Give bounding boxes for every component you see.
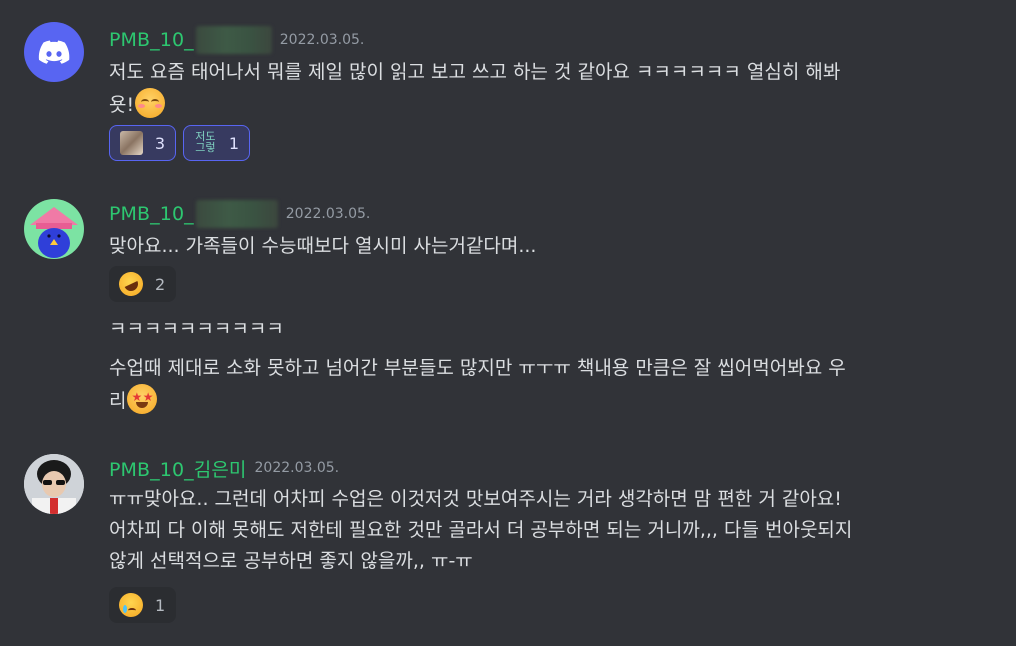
reaction-count: 1 (155, 595, 166, 615)
chat-message-list: PMB_10_ 2022.03.05. 저도 요즘 태어나서 뭐를 제일 많이 … (0, 0, 1016, 646)
avatar-discord-default[interactable] (24, 22, 84, 82)
redacted-name (195, 26, 272, 54)
reaction-count: 3 (154, 133, 165, 153)
rolling-on-floor-laughing-icon (115, 268, 147, 300)
message-line: 리 (109, 390, 127, 412)
author-name[interactable]: PMB_10_ (109, 203, 194, 225)
author-name[interactable]: PMB_10_ (109, 29, 194, 51)
smiling-face-with-blush-icon (135, 88, 166, 118)
redacted-name (195, 200, 278, 228)
message-line-wrap: 욧! (109, 88, 996, 121)
reaction-text-sticker[interactable]: 저도 그렇 1 (183, 125, 250, 161)
avatar-user-photo[interactable] (24, 454, 84, 514)
cat-photo-emoji-icon (120, 131, 143, 155)
discord-logo-icon (38, 40, 70, 64)
message-line: 어차피 다 이해 못해도 저한테 필요한 것만 골라서 더 공부하면 되는 거니… (109, 519, 853, 541)
message-text: ㅠㅠ맞아요.. 그런데 어차피 수업은 이것저것 맛보여주시는 거라 생각하면 … (109, 484, 996, 577)
smiling-face-with-tear-icon (119, 593, 143, 617)
avatar-bird[interactable] (24, 199, 84, 259)
message-line: ㅠㅠ맞아요.. 그런데 어차피 수업은 이것저것 맛보여주시는 거라 생각하면 … (109, 488, 842, 510)
message-header: PMB_10_ 2022.03.05. (109, 200, 370, 228)
reaction-count: 1 (228, 133, 239, 153)
message-line: 수업때 제대로 소화 못하고 넘어간 부분들도 많지만 ㅠㅜㅠ 책내용 만큼은 … (109, 357, 846, 379)
message-text: 저도 요즘 태어나서 뭐를 제일 많이 읽고 보고 쓰고 하는 것 같아요 ㅋㅋ… (109, 57, 996, 121)
message-text: 맞아요... 가족들이 수능때보다 열시미 사는거같다며... (109, 235, 537, 257)
message-header: PMB_10_김은미 2022.03.05. (109, 454, 339, 482)
reaction-tear[interactable]: 1 (109, 587, 176, 623)
message-line: 욧! (109, 94, 135, 116)
message-line: 않게 선택적으로 공부하면 좋지 않을까,, ㅠ-ㅠ (109, 550, 473, 572)
timestamp[interactable]: 2022.03.05. (255, 460, 340, 476)
message-line-wrap: 리 ★ ★ (109, 384, 996, 417)
message-text: 수업때 제대로 소화 못하고 넘어간 부분들도 많지만 ㅠㅜㅠ 책내용 만큼은 … (109, 353, 996, 417)
timestamp[interactable]: 2022.03.05. (286, 206, 371, 222)
user-photo-icon (24, 454, 84, 514)
message-header: PMB_10_ 2022.03.05. (109, 26, 364, 54)
reaction-count: 2 (155, 274, 166, 294)
message-text: ㅋㅋㅋㅋㅋㅋㅋㅋㅋㅋ (109, 318, 284, 340)
reaction-rofl[interactable]: 2 (109, 266, 176, 302)
reaction-cat[interactable]: 3 (109, 125, 176, 161)
text-sticker-emoji-icon: 저도 그렇 (195, 130, 216, 154)
bird-avatar-icon (30, 207, 78, 258)
message-line: 저도 요즘 태어나서 뭐를 제일 많이 읽고 보고 쓰고 하는 것 같아요 ㅋㅋ… (109, 61, 841, 83)
author-name[interactable]: PMB_10_김은미 (109, 455, 247, 482)
timestamp[interactable]: 2022.03.05. (280, 32, 365, 48)
star-struck-icon: ★ ★ (127, 384, 158, 414)
